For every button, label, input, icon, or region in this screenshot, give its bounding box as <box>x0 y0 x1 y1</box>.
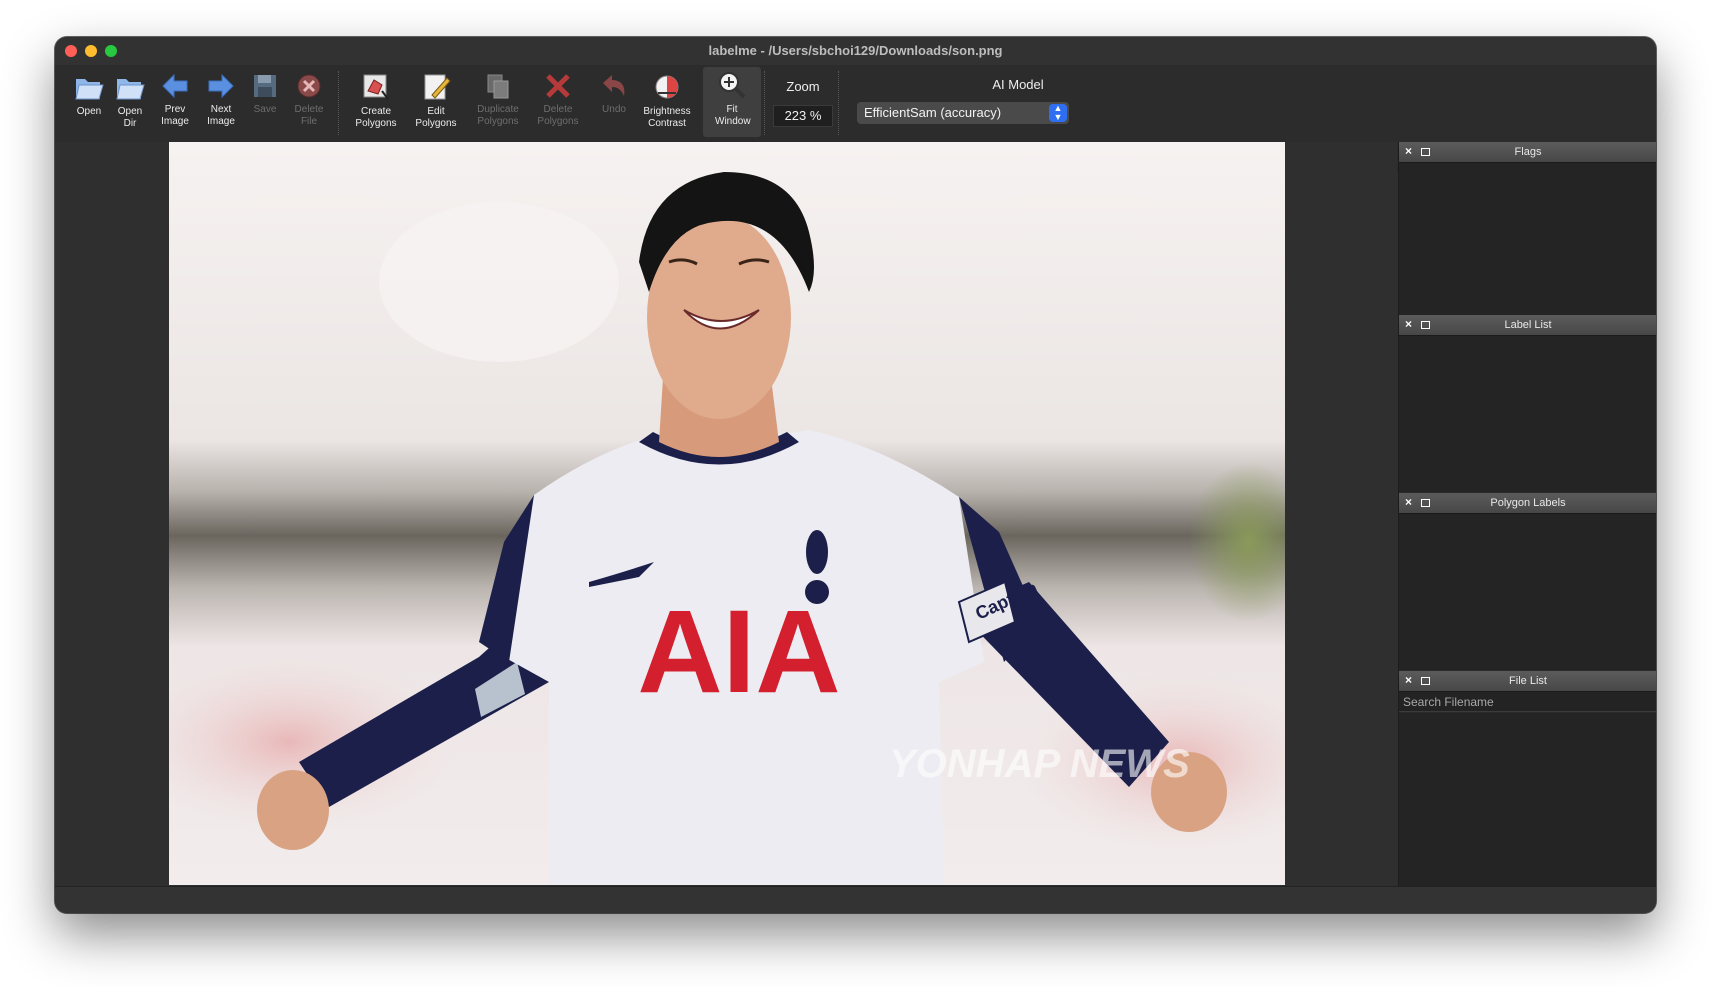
edit-pencil-icon <box>424 74 451 100</box>
polygon-labels-dock-header: × Polygon Labels <box>1399 493 1656 514</box>
toolbar-separator <box>838 71 839 135</box>
prev-image-button[interactable]: Prev Image <box>149 69 201 133</box>
dock-column: × Flags × Label List × Polygon Labels × … <box>1398 142 1656 886</box>
file-list-title: File List <box>1509 675 1547 687</box>
magnifier-icon <box>719 72 746 99</box>
ai-model-select[interactable]: EfficientSam (accuracy) ▲ ▼ <box>857 102 1069 124</box>
edit-polygons-button[interactable]: Edit Polygons <box>405 69 467 133</box>
flags-title: Flags <box>1514 146 1542 158</box>
flags-dock-header: × Flags <box>1399 142 1656 163</box>
label-list-dock-header: × Label List <box>1399 315 1656 336</box>
window-title: labelme - /Users/sbchoi129/Downloads/son… <box>708 43 1003 58</box>
status-bar <box>55 886 1656 913</box>
undo-icon <box>603 75 625 96</box>
copy-icon <box>487 74 509 99</box>
file-list-dock-header: × File List <box>1399 671 1656 692</box>
flags-panel[interactable] <box>1399 163 1656 315</box>
zoom-spinbox[interactable]: 223 % <box>773 105 833 127</box>
toolbar-separator <box>338 71 339 135</box>
arrow-right-icon <box>208 73 234 99</box>
undo-button[interactable]: Undo <box>589 69 639 133</box>
photo-content: AIA Captain YONHAP NEWS <box>169 142 1285 885</box>
delete-circle-icon <box>297 74 321 98</box>
folder-open-icon <box>75 79 104 100</box>
watermark-text: YONHAP NEWS <box>889 742 1190 786</box>
delete-file-button[interactable]: Delete File <box>283 69 335 133</box>
image-canvas[interactable]: AIA Captain YONHAP NEWS <box>55 142 1397 886</box>
file-search-input[interactable]: Search Filename <box>1399 692 1656 712</box>
polygon-labels-panel[interactable] <box>1399 514 1656 670</box>
ai-model-label: AI Model <box>992 77 1044 92</box>
app-window: labelme - /Users/sbchoi129/Downloads/son… <box>55 37 1656 913</box>
ai-model-value: EfficientSam (accuracy) <box>864 105 1002 120</box>
create-polygon-icon <box>363 74 389 100</box>
label-list-title: Label List <box>1504 319 1552 331</box>
create-polygons-button[interactable]: Create Polygons <box>345 69 407 133</box>
fit-window-button[interactable]: Fit Window <box>703 67 761 137</box>
select-arrows-icon: ▲ ▼ <box>1049 104 1067 122</box>
floppy-disk-icon <box>254 75 276 97</box>
delete-polygons-button[interactable]: Delete Polygons <box>527 69 589 133</box>
brightness-contrast-button[interactable]: Brightness Contrast <box>633 69 701 133</box>
toolbar-separator <box>764 71 765 135</box>
open-dir-button[interactable]: Open Dir <box>105 69 155 133</box>
brightness-icon <box>655 75 679 99</box>
zoom-label: Zoom <box>786 79 820 94</box>
jersey-sponsor-text: AIA <box>637 586 840 718</box>
title-bar: labelme - /Users/sbchoi129/Downloads/son… <box>55 37 1656 66</box>
delete-x-icon <box>546 74 570 98</box>
folder-open-icon <box>116 79 145 100</box>
label-list-panel[interactable] <box>1399 336 1656 492</box>
duplicate-polygons-button[interactable]: Duplicate Polygons <box>465 69 531 133</box>
polygon-labels-title: Polygon Labels <box>1490 497 1566 509</box>
photo: AIA Captain YONHAP NEWS <box>169 142 1285 885</box>
arrow-left-icon <box>162 73 188 99</box>
file-list-panel[interactable] <box>1399 713 1656 886</box>
